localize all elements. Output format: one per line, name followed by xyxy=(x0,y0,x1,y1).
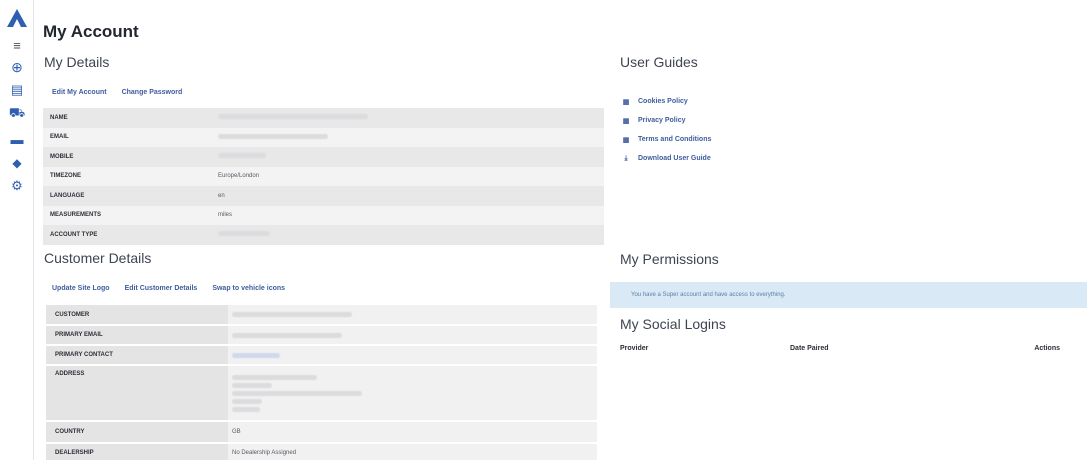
email-value xyxy=(218,133,328,141)
country-value: GB xyxy=(228,420,597,442)
menu-icon[interactable]: ≡ xyxy=(7,35,27,55)
permissions-alert: You have a Super account and have access… xyxy=(610,282,1087,308)
my-details-title: My Details xyxy=(44,54,110,70)
redacted-value xyxy=(232,332,342,338)
swap-vehicle-icons-link[interactable]: Swap to vehicle icons xyxy=(212,285,285,292)
row-label: MEASUREMENTS xyxy=(50,212,102,219)
document-icon: ▦ xyxy=(622,117,630,125)
app-logo[interactable] xyxy=(6,8,28,28)
table-row: PRIMARY CONTACT xyxy=(46,344,597,364)
row-label: CUSTOMER xyxy=(46,305,228,324)
document-icon: ▦ xyxy=(622,136,630,144)
address-value xyxy=(228,364,597,420)
cookies-policy-link[interactable]: ▦ Cookies Policy xyxy=(620,92,711,111)
chat-icon[interactable]: ◆ xyxy=(7,153,27,173)
my-details-actions: Edit My Account Change Password xyxy=(52,89,182,96)
row-label: EMAIL xyxy=(50,134,69,141)
column-actions: Actions xyxy=(1034,345,1060,352)
redacted-value xyxy=(232,312,352,317)
timezone-value: Europe/London xyxy=(218,173,260,180)
row-label: DEALERSHIP xyxy=(46,442,228,460)
user-guides-list: ▦ Cookies Policy ▦ Privacy Policy ▦ Term… xyxy=(620,92,712,168)
download-icon: ⤓ xyxy=(624,154,628,162)
table-row: DEALERSHIP No Dealership Assigned xyxy=(46,442,597,460)
table-row: ADDRESS xyxy=(46,364,597,420)
social-logins-header: Provider Date Paired Actions xyxy=(620,345,1060,352)
globe-icon[interactable]: ⊕ xyxy=(7,57,27,77)
download-user-guide-link[interactable]: ⤓ Download User Guide xyxy=(620,149,711,168)
column-provider: Provider xyxy=(620,345,649,352)
name-value xyxy=(218,114,368,121)
table-row: CUSTOMER xyxy=(46,305,597,324)
redacted-value xyxy=(218,114,368,120)
table-row: EMAIL xyxy=(43,127,604,147)
table-row: PRIMARY EMAIL xyxy=(46,324,597,344)
customer-value xyxy=(228,305,597,324)
row-label: ADDRESS xyxy=(46,364,228,420)
row-label: MOBILE xyxy=(50,153,74,160)
redacted-value xyxy=(232,374,317,380)
row-label: ACCOUNT TYPE xyxy=(50,231,98,238)
row-label: TIMEZONE xyxy=(50,173,81,180)
permissions-title: My Permissions xyxy=(620,251,719,267)
sidebar: ≡ ⊕ ▤ ⛟ ▬ ◆ ⚙ xyxy=(0,0,34,460)
redacted-value xyxy=(232,390,362,396)
redacted-value xyxy=(232,406,260,412)
privacy-policy-link[interactable]: ▦ Privacy Policy xyxy=(620,111,711,130)
primary-email-value xyxy=(228,324,597,344)
table-row: LANGUAGE en xyxy=(43,186,604,206)
table-row: COUNTRY GB xyxy=(46,420,597,442)
redacted-value xyxy=(232,382,272,388)
change-password-link[interactable]: Change Password xyxy=(122,89,183,96)
document-icon: ▦ xyxy=(622,98,630,106)
language-value: en xyxy=(218,192,225,199)
column-date-paired: Date Paired xyxy=(790,345,829,352)
primary-contact-value xyxy=(228,344,597,364)
edit-my-account-link[interactable]: Edit My Account xyxy=(52,89,107,96)
table-row: MEASUREMENTS miles xyxy=(43,205,604,225)
update-site-logo-link[interactable]: Update Site Logo xyxy=(52,285,110,292)
page-title: My Account xyxy=(43,22,139,41)
measurements-value: miles xyxy=(218,212,233,219)
chart-icon[interactable]: ▤ xyxy=(7,80,27,100)
vehicle-icon[interactable]: ⛟ xyxy=(7,104,27,124)
customer-details-actions: Update Site Logo Edit Customer Details S… xyxy=(52,285,285,292)
social-logins-title: My Social Logins xyxy=(620,316,726,332)
redacted-value xyxy=(218,153,266,159)
customer-details-table: CUSTOMER PRIMARY EMAIL PRIMARY CONTACT A… xyxy=(46,305,597,460)
guide-label: Terms and Conditions xyxy=(638,136,712,143)
guide-label: Cookies Policy xyxy=(638,98,688,105)
dealership-value: No Dealership Assigned xyxy=(228,442,597,460)
permissions-message: You have a Super account and have access… xyxy=(631,292,786,298)
edit-customer-details-link[interactable]: Edit Customer Details xyxy=(125,285,198,292)
guide-label: Download User Guide xyxy=(638,155,711,162)
my-details-table: NAME EMAIL MOBILE TIMEZONE Europe/London… xyxy=(43,108,604,245)
table-row: MOBILE xyxy=(43,147,604,167)
table-row: TIMEZONE Europe/London xyxy=(43,166,604,186)
table-row: ACCOUNT TYPE xyxy=(43,225,604,245)
table-row: NAME xyxy=(43,108,604,128)
card-icon[interactable]: ▬ xyxy=(7,129,27,149)
row-label: COUNTRY xyxy=(46,420,228,442)
terms-conditions-link[interactable]: ▦ Terms and Conditions xyxy=(620,130,712,149)
redacted-value xyxy=(232,398,262,404)
row-label: PRIMARY CONTACT xyxy=(46,344,228,364)
mobile-value xyxy=(218,153,266,160)
guide-label: Privacy Policy xyxy=(638,117,686,124)
redacted-value xyxy=(232,352,280,358)
account-type-value xyxy=(218,231,270,238)
row-label: PRIMARY EMAIL xyxy=(46,324,228,344)
row-label: NAME xyxy=(50,114,68,121)
row-label: LANGUAGE xyxy=(50,192,85,199)
redacted-value xyxy=(218,133,328,139)
settings-icon[interactable]: ⚙ xyxy=(7,176,27,196)
user-guides-title: User Guides xyxy=(620,54,698,70)
redacted-value xyxy=(218,231,270,237)
customer-details-title: Customer Details xyxy=(44,250,152,266)
